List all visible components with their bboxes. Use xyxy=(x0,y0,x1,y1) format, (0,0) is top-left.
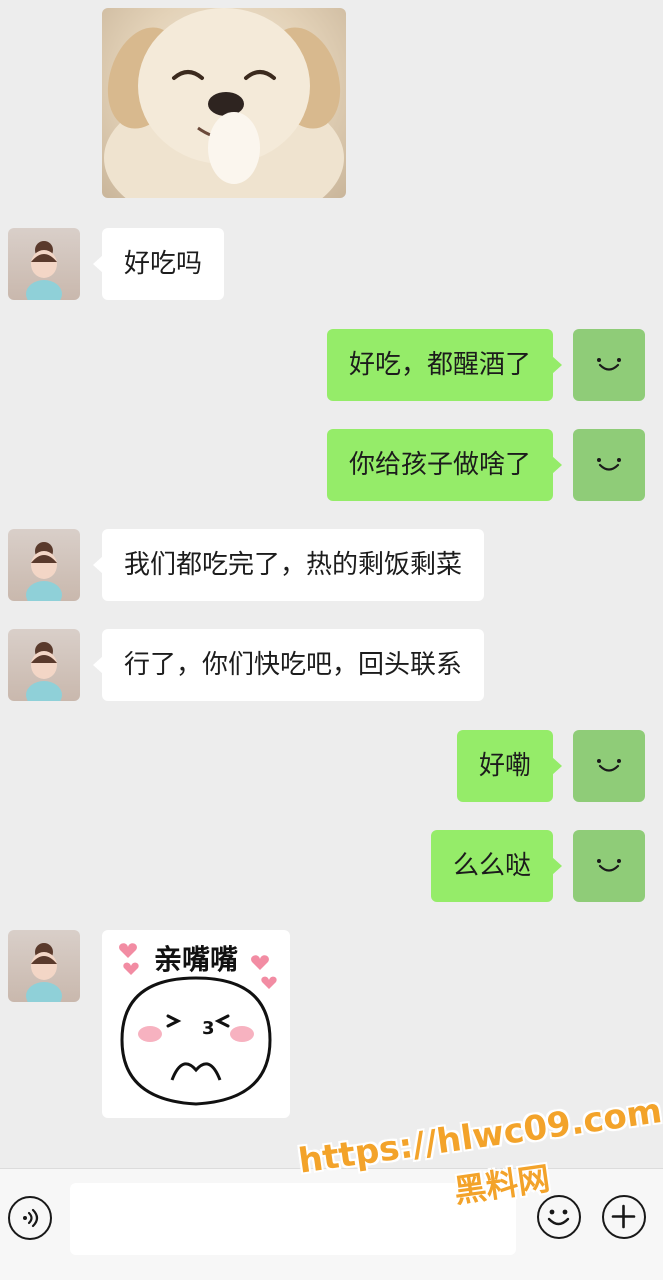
smile-face-icon xyxy=(597,358,621,371)
contact-avatar[interactable] xyxy=(8,930,80,1002)
message-text-input[interactable] xyxy=(70,1183,516,1255)
emoji-button[interactable] xyxy=(537,1195,581,1239)
chat-message-list[interactable]: 好吃吗 好吃，都醒酒了 你给孩子做啥了 我们都吃完了，热的剩饭剩菜 行了，你们快… xyxy=(0,0,663,1165)
my-avatar[interactable] xyxy=(573,429,645,501)
contact-avatar[interactable] xyxy=(8,529,80,601)
received-message-bubble[interactable]: 我们都吃完了，热的剩饭剩菜 xyxy=(92,529,485,601)
my-avatar[interactable] xyxy=(573,830,645,902)
more-actions-button[interactable] xyxy=(602,1195,646,1239)
received-message-bubble[interactable]: 行了，你们快吃吧，回头联系 xyxy=(92,629,485,701)
sent-message-bubble[interactable]: 么么哒 xyxy=(430,830,563,902)
girl-avatar-icon xyxy=(26,241,62,300)
my-avatar[interactable] xyxy=(573,329,645,401)
girl-avatar-icon xyxy=(26,542,62,601)
sent-message-bubble[interactable]: 好吃，都醒酒了 xyxy=(326,329,563,401)
received-message-bubble[interactable]: 好吃吗 xyxy=(92,228,225,300)
plus-icon xyxy=(611,1204,636,1229)
puppy-laughing-sticker[interactable] xyxy=(102,8,346,198)
contact-avatar[interactable] xyxy=(8,629,80,701)
girl-avatar-icon xyxy=(26,943,62,1002)
contact-avatar[interactable] xyxy=(8,228,80,300)
voice-icon xyxy=(23,1208,39,1228)
chat-input-bar xyxy=(0,1168,663,1280)
smile-face-icon xyxy=(597,859,621,872)
emoji-icon xyxy=(547,1209,570,1226)
girl-avatar-icon xyxy=(26,642,62,701)
smile-face-icon xyxy=(597,458,621,471)
kiss-bear-sticker[interactable]: 亲嘴嘴 3 xyxy=(102,930,290,1118)
kiss-bear-illustration: 3 xyxy=(119,943,277,1106)
sent-message-bubble[interactable]: 好嘞 xyxy=(456,730,563,802)
svg-text:3: 3 xyxy=(202,1018,215,1039)
sent-message-bubble[interactable]: 你给孩子做啥了 xyxy=(326,429,563,501)
voice-input-button[interactable] xyxy=(8,1196,52,1240)
puppy-illustration xyxy=(104,8,344,198)
smile-face-icon xyxy=(597,759,621,772)
my-avatar[interactable] xyxy=(573,730,645,802)
